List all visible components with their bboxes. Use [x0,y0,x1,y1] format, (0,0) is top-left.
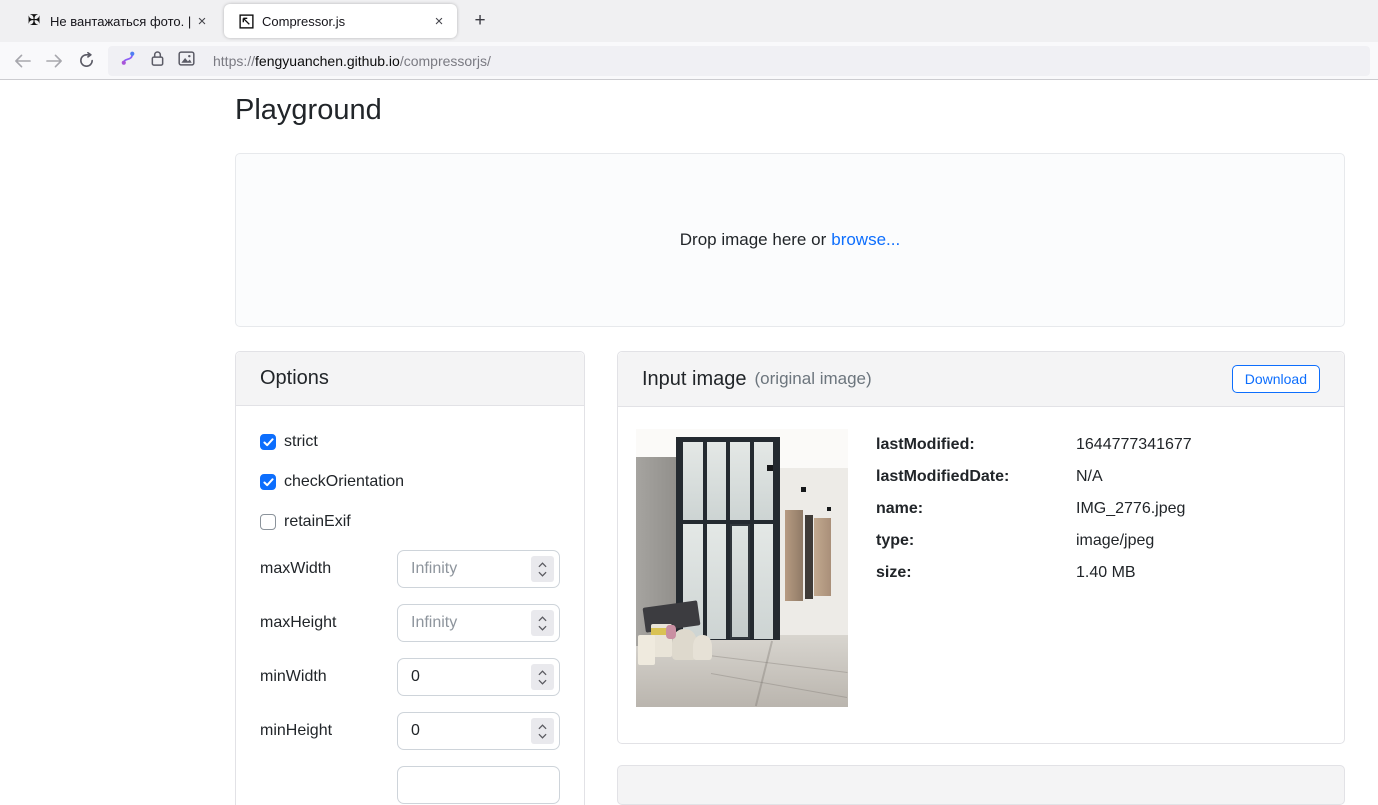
maltese-cross-favicon-icon: ✠ [26,13,42,29]
metadata-value: 1.40 MB [1076,561,1136,585]
image-permission-icon[interactable] [178,51,195,71]
retainexif-checkbox[interactable] [260,514,276,530]
checkbox-row-strict: strict [260,430,560,454]
photo-shape [666,625,677,639]
input-image-panel: Input image (original image) Download [617,351,1345,744]
photo-shape [754,442,773,519]
url-text: https://fengyuanchen.github.io/compresso… [213,53,491,69]
photo-shape [707,442,726,519]
browser-chrome: ✠ Не вантажаться фото. | Страни × Compre… [0,0,1378,80]
image-metadata-list: lastModified: 1644777341677 lastModified… [876,429,1192,707]
metadata-row: size: 1.40 MB [876,561,1192,585]
tab-title: Compressor.js [262,14,345,29]
checkbox-label: strict [284,433,318,451]
input-image-body: lastModified: 1644777341677 lastModified… [618,407,1344,743]
checkbox-row-retainexif: retainExif [260,510,560,534]
metadata-row: lastModified: 1644777341677 [876,433,1192,457]
field-row-minheight: minHeight [260,712,560,750]
metadata-value: N/A [1076,465,1103,489]
metadata-value: IMG_2776.jpeg [1076,497,1185,521]
tab-bar: ✠ Не вантажаться фото. | Страни × Compre… [0,0,1378,42]
field-row-maxheight: maxHeight [260,604,560,642]
number-spinner-icon[interactable] [531,718,554,744]
forward-icon[interactable] [38,46,70,76]
photo-shape [730,524,749,640]
number-spinner-icon[interactable] [531,610,554,636]
field-row-maxwidth: maxWidth [260,550,560,588]
page-title: Playground [235,94,1345,127]
checkbox-row-checkorientation: checkOrientation [260,470,560,494]
photo-shape [801,487,806,492]
options-panel: Options strict checkOrientation [235,351,585,805]
input-image-thumbnail [636,429,848,707]
tab-title: Не вантажаться фото. | Страни [50,14,192,29]
metadata-key: name: [876,497,1076,521]
field-label: minHeight [260,722,332,740]
photo-shape [785,510,803,602]
input-image-title: Input image [642,366,747,393]
field-label: minWidth [260,668,327,686]
photo-shape [730,442,749,519]
photo-shape [754,524,773,640]
options-header: Options [236,352,584,406]
number-spinner-icon[interactable] [531,556,554,582]
metadata-row: type: image/jpeg [876,529,1192,553]
photo-shape [638,635,655,666]
navigation-toolbar: https://fengyuanchen.github.io/compresso… [0,42,1378,80]
photo-shape [814,518,831,596]
checkbox-label: retainExif [284,513,351,531]
metadata-value: image/jpeg [1076,529,1154,553]
options-title: Options [260,365,329,392]
tab-compressorjs[interactable]: Compressor.js × [224,4,457,38]
input-image-subtitle: (original image) [755,369,872,389]
photo-shape [683,442,702,519]
back-icon[interactable] [6,46,38,76]
panels-row: Options strict checkOrientation [235,351,1345,805]
partial-input[interactable] [397,766,560,804]
reload-icon[interactable] [70,46,102,76]
photo-shape [693,635,712,660]
browse-link[interactable]: browse... [831,230,900,250]
dropzone-text: Drop image here or [680,230,826,250]
photo-shape [827,507,831,511]
new-tab-button[interactable]: + [465,6,495,36]
extension-route-icon[interactable] [120,49,137,72]
checkbox-label: checkOrientation [284,473,404,491]
image-drop-zone[interactable]: Drop image here or browse... [235,153,1345,327]
metadata-key: type: [876,529,1076,553]
field-label: maxHeight [260,614,336,632]
input-image-header: Input image (original image) Download [618,352,1344,407]
checkorientation-checkbox[interactable] [260,474,276,490]
metadata-key: lastModifiedDate: [876,465,1076,489]
photo-shape [767,465,773,471]
field-row-minwidth: minWidth [260,658,560,696]
metadata-key: lastModified: [876,433,1076,457]
field-label: maxWidth [260,560,331,578]
metadata-key: size: [876,561,1076,585]
tab-other-page[interactable]: ✠ Не вантажаться фото. | Страни × [10,4,218,38]
field-row-partial [260,766,560,804]
lock-icon[interactable] [150,50,165,72]
photo-shape [707,524,726,640]
tab-close-icon[interactable]: × [192,11,212,31]
photo-shape [805,515,813,598]
options-body: strict checkOrientation retainExif maxWi… [236,406,584,805]
page-content: Playground Drop image here or browse... … [235,80,1345,805]
metadata-row: name: IMG_2776.jpeg [876,497,1192,521]
tab-close-icon[interactable]: × [429,11,449,31]
metadata-row: lastModifiedDate: N/A [876,465,1192,489]
compress-favicon-icon [238,13,254,29]
output-image-panel-partial [617,765,1345,805]
metadata-value: 1644777341677 [1076,433,1192,457]
address-bar[interactable]: https://fengyuanchen.github.io/compresso… [108,46,1370,76]
download-button[interactable]: Download [1232,365,1320,393]
number-spinner-icon[interactable] [531,664,554,690]
strict-checkbox[interactable] [260,434,276,450]
